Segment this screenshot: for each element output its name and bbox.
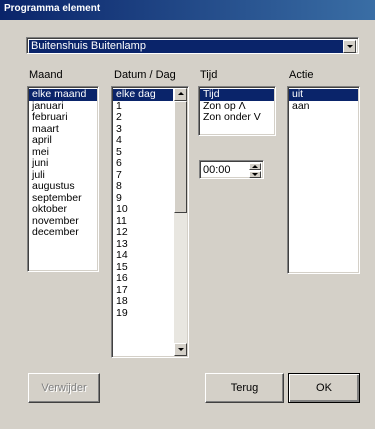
- scroll-up-button[interactable]: [174, 88, 187, 101]
- spin-up-button[interactable]: [249, 163, 261, 170]
- tijd-list[interactable]: Tijd Zon op Λ Zon onder V: [198, 86, 276, 136]
- device-select[interactable]: Buitenshuis Buitenlamp: [26, 37, 359, 54]
- maand-list-item[interactable]: december: [29, 226, 97, 239]
- datum-list-item[interactable]: 18: [113, 295, 173, 308]
- terug-button[interactable]: Terug: [205, 373, 284, 403]
- maand-list-item[interactable]: juni: [29, 157, 97, 170]
- dropdown-button[interactable]: [343, 40, 356, 53]
- actie-list-item[interactable]: uit: [289, 88, 358, 101]
- datum-list[interactable]: elke dag 1 2 3 4 5 6 7 8 9 10 11 12 13 14 15 16 17 18 19: [111, 86, 189, 358]
- maand-list-item[interactable]: oktober: [29, 203, 97, 216]
- datum-list-item[interactable]: 3: [113, 123, 173, 136]
- tijd-list-item[interactable]: Zon onder V: [200, 111, 274, 124]
- time-input[interactable]: 00:00: [199, 160, 264, 179]
- datum-list-item[interactable]: 5: [113, 146, 173, 159]
- arrow-up-icon: [178, 92, 184, 95]
- datum-list-item[interactable]: 7: [113, 169, 173, 182]
- scroll-thumb[interactable]: [174, 101, 187, 213]
- verwijder-button[interactable]: Verwijder: [28, 373, 100, 403]
- tijd-list-item[interactable]: Tijd: [200, 88, 274, 101]
- maand-list-item[interactable]: elke maand: [29, 88, 97, 101]
- label-maand: Maand: [29, 69, 63, 81]
- datum-list-item[interactable]: 19: [113, 307, 173, 320]
- arrow-up-icon: [252, 165, 258, 168]
- datum-list-item[interactable]: 8: [113, 180, 173, 193]
- label-tijd: Tijd: [200, 69, 218, 81]
- datum-list-item[interactable]: elke dag: [113, 88, 173, 101]
- arrow-down-icon: [252, 173, 258, 176]
- maand-list-item[interactable]: februari: [29, 111, 97, 124]
- window-title: Programma element: [4, 3, 101, 14]
- ok-button[interactable]: OK: [288, 373, 360, 403]
- datum-list-item[interactable]: 1: [113, 100, 173, 113]
- datum-list-item[interactable]: 14: [113, 249, 173, 262]
- datum-list-item[interactable]: 16: [113, 272, 173, 285]
- datum-list-item[interactable]: 12: [113, 226, 173, 239]
- maand-list-item[interactable]: augustus: [29, 180, 97, 193]
- device-select-value: Buitenshuis Buitenlamp: [28, 39, 344, 54]
- scroll-down-button[interactable]: [174, 343, 187, 356]
- spin-down-button[interactable]: [249, 171, 261, 178]
- label-datum: Datum / Dag: [114, 69, 176, 81]
- time-value: 00:00: [203, 164, 231, 176]
- actie-list-item[interactable]: aan: [289, 100, 358, 113]
- datum-list-item[interactable]: 6: [113, 157, 173, 170]
- datum-scrollbar[interactable]: [174, 88, 187, 356]
- maand-list-item[interactable]: april: [29, 134, 97, 147]
- actie-list[interactable]: uit aan: [287, 86, 360, 274]
- datum-list-item[interactable]: 10: [113, 203, 173, 216]
- time-spinner[interactable]: [249, 163, 261, 178]
- maand-list[interactable]: elke maand januari februari maart april mei ju…: [27, 86, 99, 272]
- chevron-down-icon: [347, 45, 353, 48]
- label-actie: Actie: [289, 69, 314, 81]
- title-bar: Programma element: [0, 0, 375, 20]
- datum-list-item[interactable]: 2: [113, 111, 173, 124]
- arrow-down-icon: [178, 348, 184, 351]
- datum-list-item[interactable]: 4: [113, 134, 173, 147]
